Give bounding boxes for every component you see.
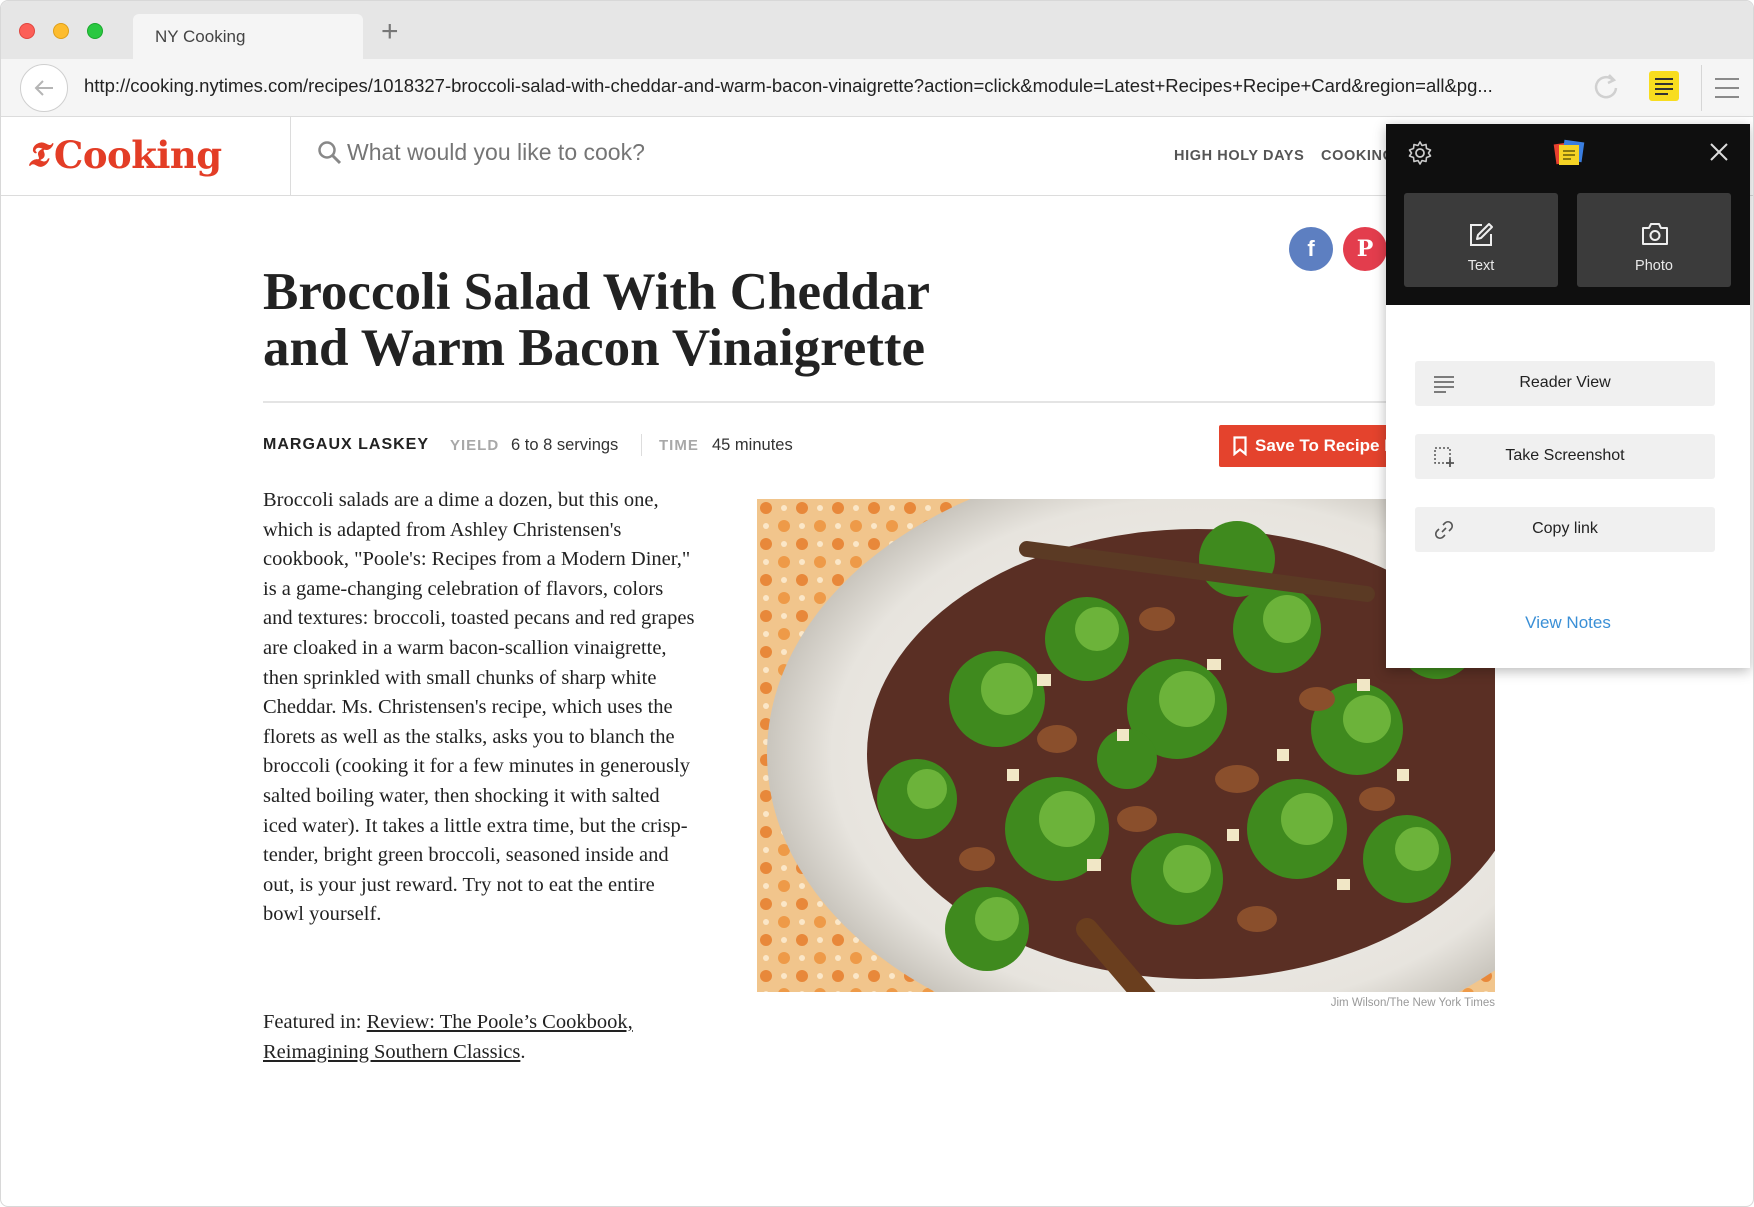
close-icon[interactable] [1708,141,1730,163]
sticky-notes-logo-icon [1553,139,1585,165]
save-to-recipe-box-button[interactable]: Save To Recipe B [1219,425,1409,467]
nav-cooking[interactable]: COOKING [1321,148,1394,164]
facebook-share-button[interactable]: f [1289,227,1333,271]
header-divider [290,117,291,196]
take-screenshot-button[interactable]: Take Screenshot [1415,434,1715,479]
camera-icon [1642,223,1668,245]
featured-in: Featured in: Review: The Poole’s Cookboo… [263,1008,695,1067]
address-toolbar: http://cooking.nytimes.com/recipes/10183… [1,59,1753,117]
edit-icon [1470,223,1493,246]
photo-credit: Jim Wilson/The New York Times [1330,997,1495,1009]
search-icon [318,141,342,165]
nyt-t-logo-icon: 𝕿 [27,135,48,175]
logo-text: Cooking [53,133,222,177]
recipe-title: Broccoli Salad With Cheddar and Warm Bac… [263,263,930,377]
yield-value: 6 to 8 servings [511,436,619,454]
site-logo[interactable]: 𝕿 Cooking [27,133,222,177]
browser-window: NY Cooking + http://cooking.nytimes.com/… [0,0,1754,1207]
reader-view-button[interactable]: Reader View [1415,361,1715,406]
view-notes-link[interactable]: View Notes [1386,613,1750,633]
reader-view-label: Reader View [1519,374,1611,391]
maximize-window-button[interactable] [87,23,103,39]
photo-note-label: Photo [1635,258,1673,274]
gear-icon[interactable] [1407,140,1433,166]
notes-extension-popup: Text Photo Reader View Take Screenshot C… [1386,124,1750,668]
arrow-left-icon [34,80,53,96]
meta-divider [641,434,642,456]
recipe-description: Broccoli salads are a dime a dozen, but … [263,489,695,926]
reload-icon[interactable] [1591,71,1621,101]
broccoli-salad-image [757,499,1495,992]
close-window-button[interactable] [19,23,35,39]
pinterest-share-button[interactable]: P [1343,227,1387,271]
address-bar[interactable]: http://cooking.nytimes.com/recipes/10183… [84,75,1534,97]
time-label: TIME [659,437,699,454]
featured-prefix: Featured in: [263,1011,367,1033]
save-button-label: Save To Recipe B [1255,436,1397,455]
bookmark-icon [1233,436,1247,456]
hamburger-menu-icon[interactable] [1715,78,1739,98]
tab-strip: NY Cooking + [1,1,1753,59]
notes-extension-button[interactable] [1649,71,1679,101]
copy-link-button[interactable]: Copy link [1415,507,1715,552]
featured-suffix: . [520,1040,526,1063]
yield-label: YIELD [450,437,500,454]
nav-high-holy-days[interactable]: HIGH HOLY DAYS [1174,148,1304,164]
recipe-photo [757,499,1495,992]
text-note-button[interactable]: Text [1404,193,1558,287]
back-button[interactable] [20,64,68,112]
popup-header: Text Photo [1386,124,1750,305]
search-input[interactable] [347,139,847,166]
copy-link-label: Copy link [1532,520,1598,537]
toolbar-divider [1701,65,1702,111]
new-tab-button[interactable]: + [381,17,399,47]
tab-title: NY Cooking [155,27,246,46]
browser-tab[interactable]: NY Cooking [133,14,363,59]
recipe-author[interactable]: MARGAUX LASKEY [263,436,429,454]
title-divider [263,401,1403,403]
time-value: 45 minutes [712,436,793,454]
photo-note-button[interactable]: Photo [1577,193,1731,287]
minimize-window-button[interactable] [53,23,69,39]
text-note-label: Text [1467,258,1495,274]
take-screenshot-label: Take Screenshot [1505,447,1625,464]
